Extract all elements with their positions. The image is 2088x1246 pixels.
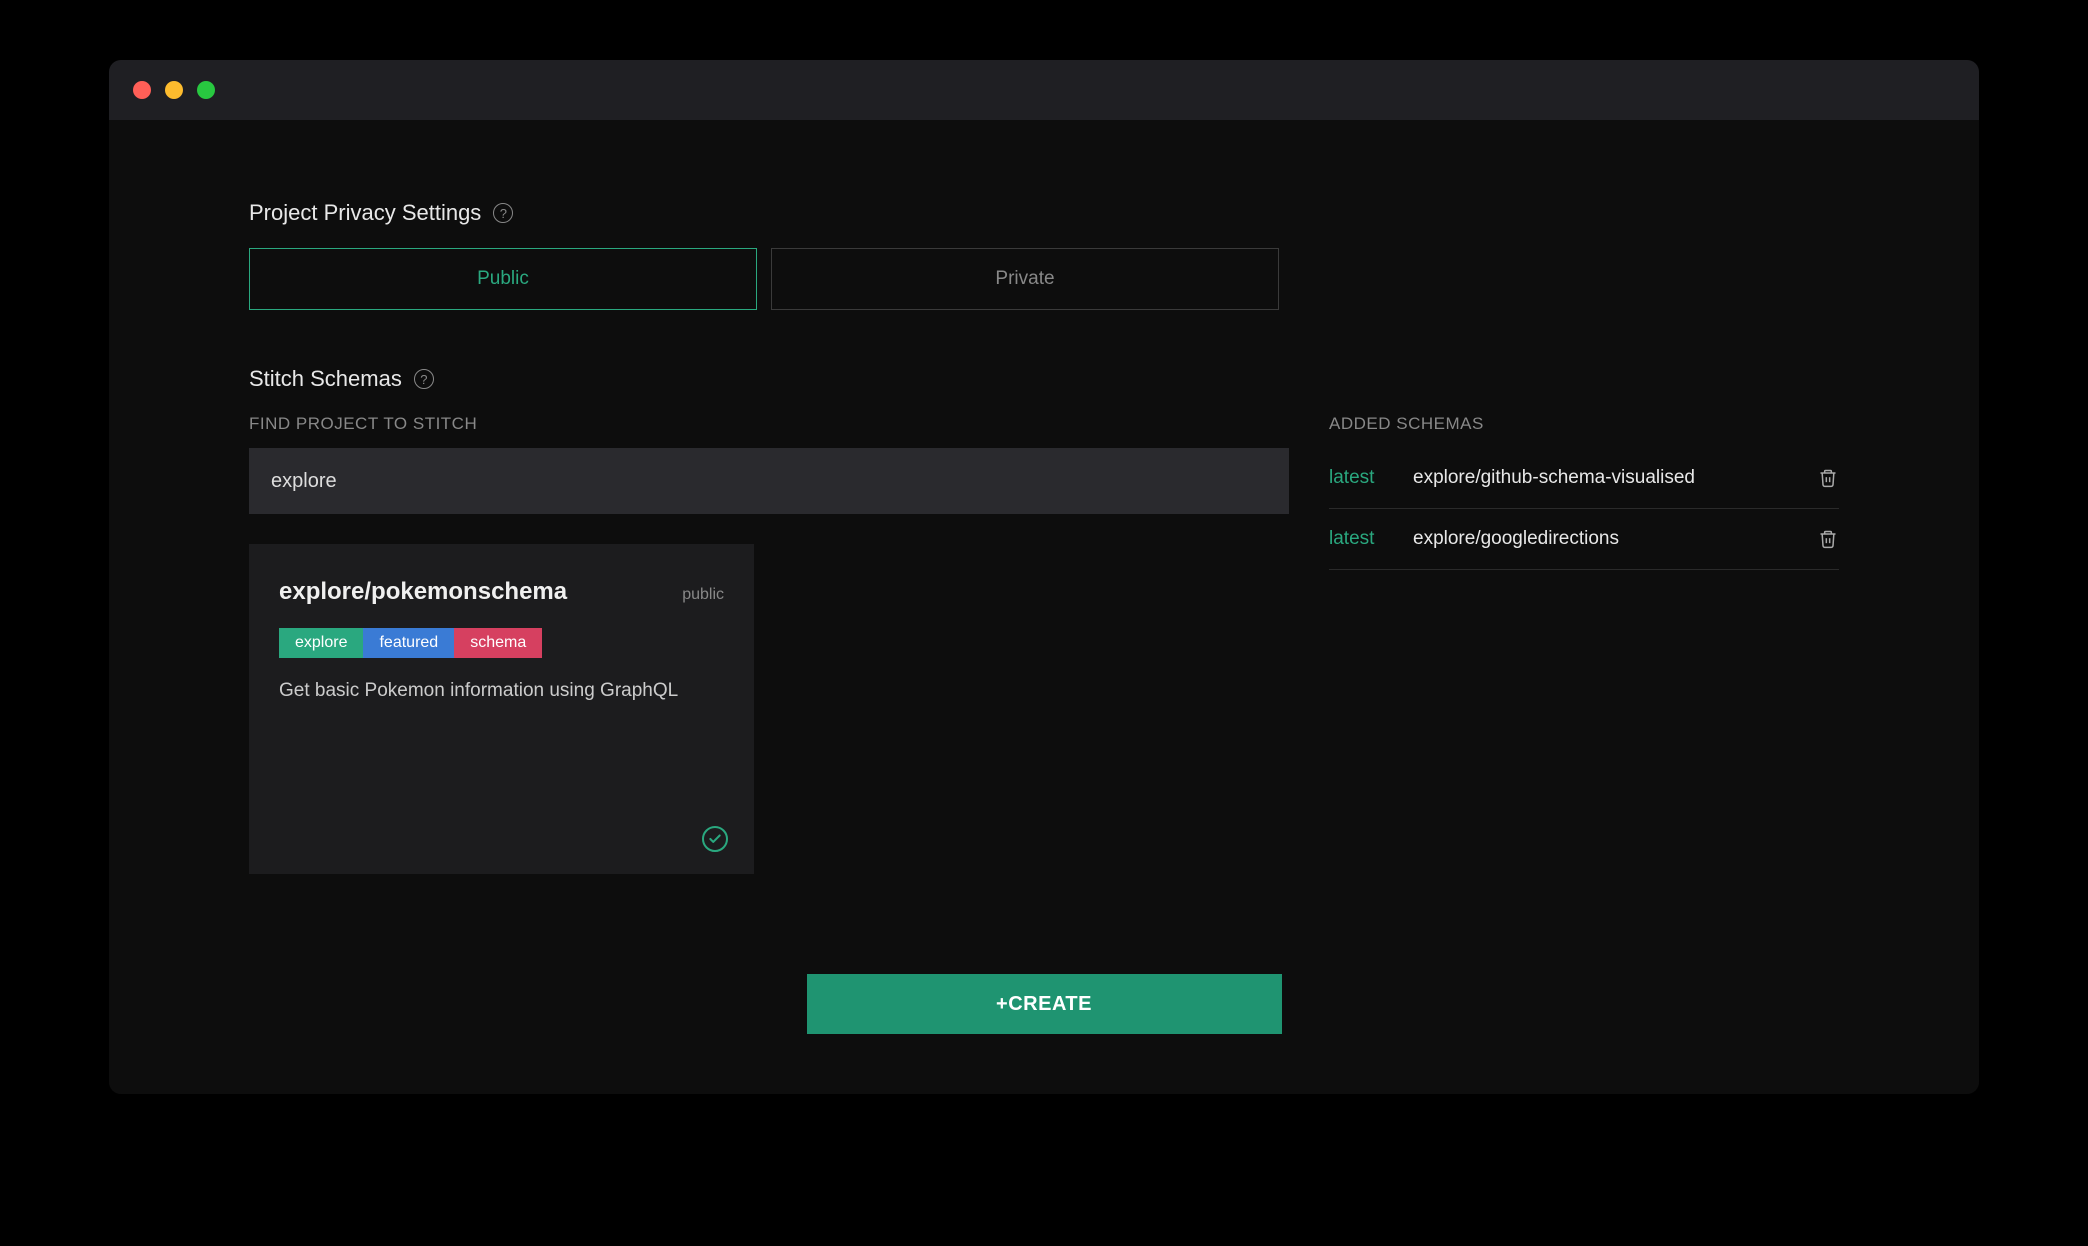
schema-version: latest: [1329, 528, 1385, 550]
content-area: Project Privacy Settings ? Public Privat…: [109, 120, 1979, 1094]
stitch-search-input[interactable]: [249, 448, 1289, 514]
added-schema-item: latest explore/github-schema-visualised: [1329, 448, 1839, 509]
close-window-button[interactable]: [133, 81, 151, 99]
find-project-label: FIND PROJECT TO STITCH: [249, 414, 1289, 434]
titlebar: [109, 60, 1979, 120]
result-description: Get basic Pokemon information using Grap…: [279, 678, 724, 705]
left-column: FIND PROJECT TO STITCH explore/pokemonsc…: [249, 414, 1289, 874]
card-header: explore/pokemonschema public: [279, 578, 724, 606]
privacy-public-button[interactable]: Public: [249, 248, 757, 310]
stitch-section-title: Stitch Schemas ?: [249, 366, 1839, 392]
app-window: Project Privacy Settings ? Public Privat…: [109, 60, 1979, 1094]
privacy-section-title: Project Privacy Settings ?: [249, 200, 1839, 226]
schema-name: explore/googledirections: [1413, 528, 1789, 550]
privacy-private-button[interactable]: Private: [771, 248, 1279, 310]
privacy-help-icon[interactable]: ?: [493, 203, 513, 223]
delete-schema-icon[interactable]: [1817, 527, 1839, 551]
minimize-window-button[interactable]: [165, 81, 183, 99]
tag-featured: featured: [363, 628, 454, 658]
right-column: ADDED SCHEMAS latest explore/github-sche…: [1329, 414, 1839, 874]
columns: FIND PROJECT TO STITCH explore/pokemonsc…: [249, 414, 1839, 874]
stitch-help-icon[interactable]: ?: [414, 369, 434, 389]
maximize-window-button[interactable]: [197, 81, 215, 99]
added-schema-item: latest explore/googledirections: [1329, 509, 1839, 570]
schema-version: latest: [1329, 467, 1385, 489]
stitch-title-text: Stitch Schemas: [249, 366, 402, 392]
tag-schema: schema: [454, 628, 542, 658]
result-tags: explore featured schema: [279, 628, 724, 658]
added-schemas-label: ADDED SCHEMAS: [1329, 414, 1839, 434]
result-visibility: public: [682, 586, 724, 604]
tag-explore: explore: [279, 628, 363, 658]
selected-check-icon: [702, 826, 728, 852]
create-button[interactable]: +CREATE: [807, 974, 1282, 1034]
result-name: explore/pokemonschema: [279, 578, 567, 606]
create-button-row: +CREATE: [249, 974, 1839, 1034]
search-result-card[interactable]: explore/pokemonschema public explore fea…: [249, 544, 754, 874]
privacy-toggle-group: Public Private: [249, 248, 1839, 310]
schema-name: explore/github-schema-visualised: [1413, 467, 1789, 489]
added-schemas-list: latest explore/github-schema-visualised: [1329, 448, 1839, 570]
privacy-title-text: Project Privacy Settings: [249, 200, 481, 226]
delete-schema-icon[interactable]: [1817, 466, 1839, 490]
